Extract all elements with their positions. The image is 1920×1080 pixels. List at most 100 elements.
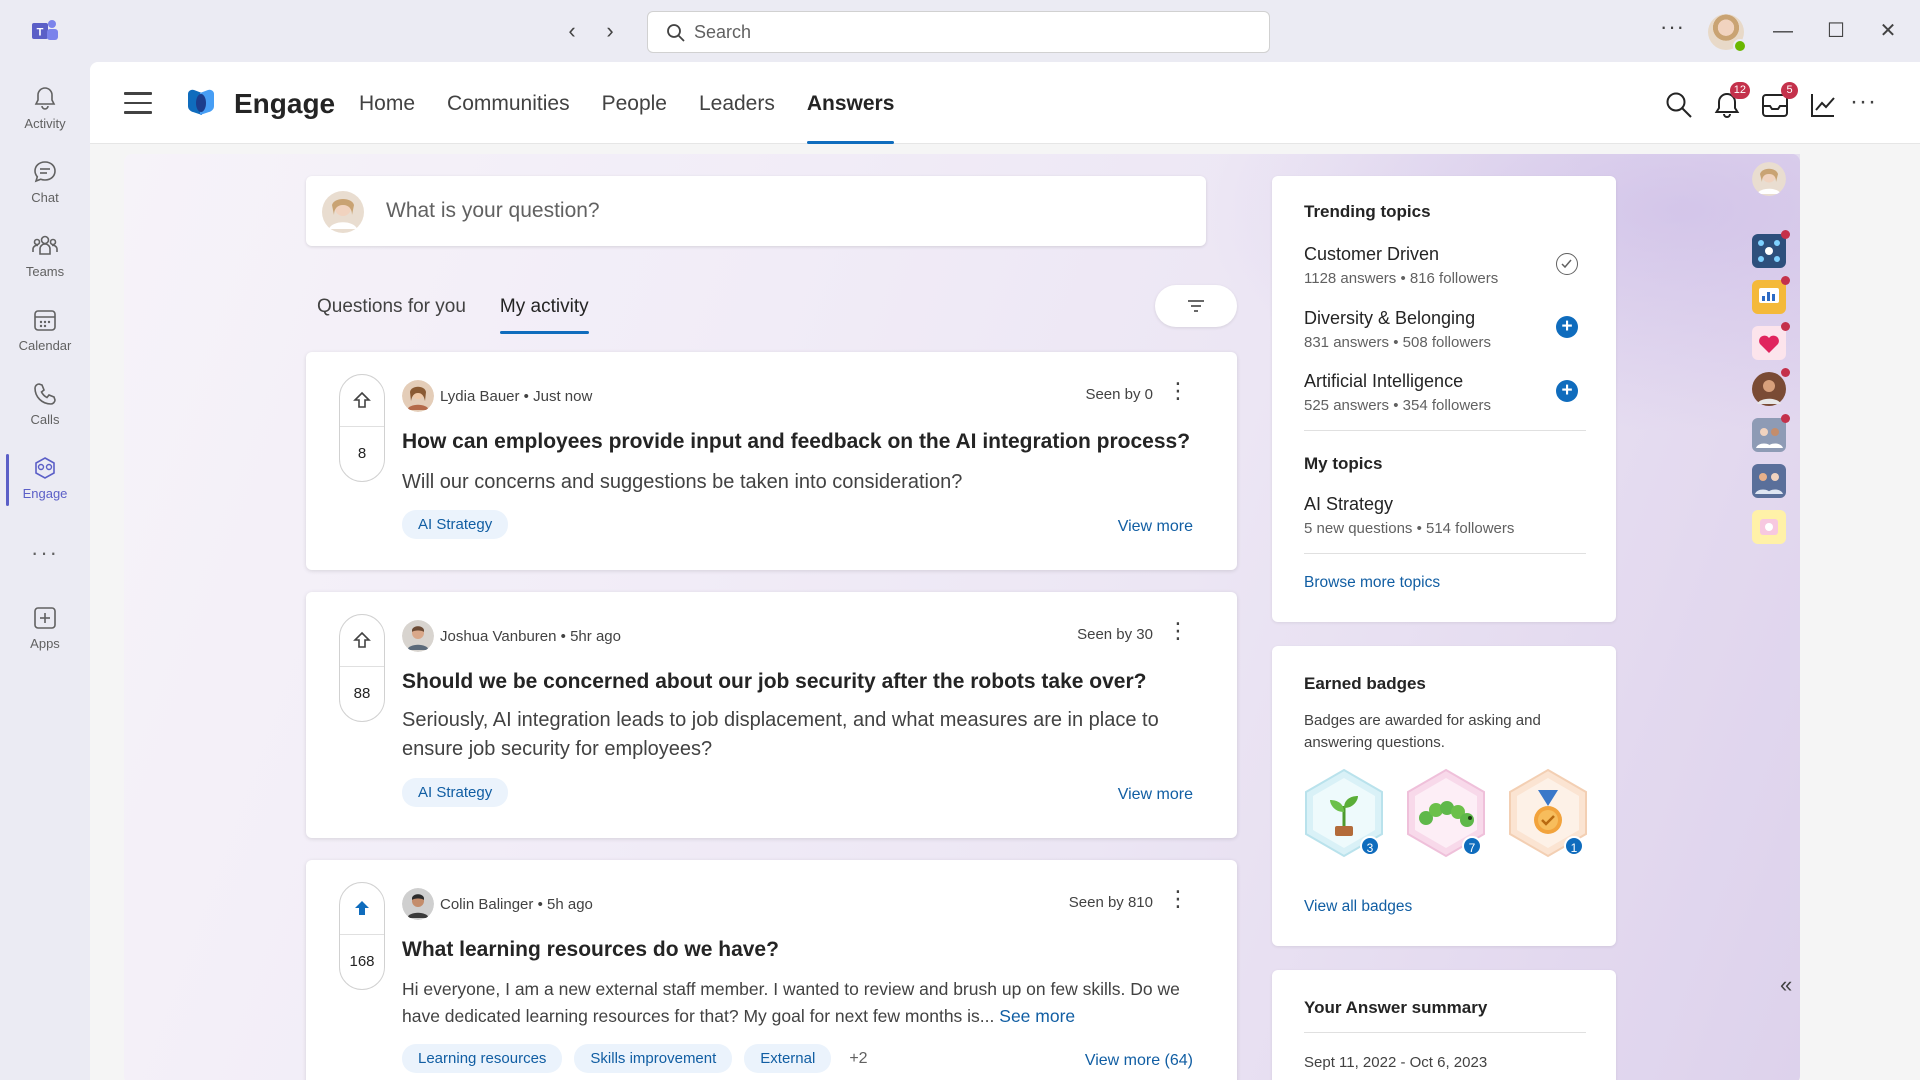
ask-question-input[interactable]: [386, 176, 1186, 246]
tab-leaders[interactable]: Leaders: [699, 92, 775, 144]
hamburger-menu-icon[interactable]: [124, 92, 152, 114]
topic-name[interactable]: Customer Driven: [1304, 244, 1439, 265]
question-card[interactable]: 8 Lydia Bauer • Just now Seen by 0 ⋮ How…: [306, 352, 1237, 570]
question-card[interactable]: 88 Joshua Vanburen • 5hr ago Seen by 30 …: [306, 592, 1237, 838]
vote-count: 88: [353, 685, 371, 702]
vote-count: 168: [349, 953, 375, 970]
app-heart-icon[interactable]: [1752, 322, 1790, 360]
notifications-button[interactable]: 12: [1712, 82, 1750, 120]
app-people-icon[interactable]: [1752, 414, 1790, 452]
more-vertical-icon[interactable]: ⋮: [1167, 888, 1189, 910]
forward-arrow-icon[interactable]: ›: [598, 18, 622, 44]
rail-item-apps[interactable]: Apps: [0, 596, 90, 660]
rail-item-chat[interactable]: Chat: [0, 150, 90, 214]
profile-avatar[interactable]: [1752, 162, 1786, 196]
view-more-link[interactable]: View more: [1118, 518, 1193, 536]
author-name[interactable]: Joshua Vanburen: [440, 628, 556, 645]
contact-avatar[interactable]: [1752, 368, 1790, 406]
author-avatar: [402, 620, 434, 652]
close-button[interactable]: ✕: [1873, 16, 1903, 46]
rail-item-calls[interactable]: Calls: [0, 372, 90, 436]
tab-communities[interactable]: Communities: [447, 92, 570, 144]
user-avatar: [322, 191, 364, 233]
rail-item-label: Teams: [25, 264, 65, 279]
author-name[interactable]: Colin Balinger: [440, 896, 533, 913]
header-more-icon[interactable]: ···: [1850, 88, 1877, 116]
teams-logo-icon[interactable]: T: [30, 18, 60, 44]
trending-topics-title: Trending topics: [1304, 202, 1431, 221]
see-more-link[interactable]: See more: [999, 1006, 1075, 1026]
titlebar-more-icon[interactable]: ···: [1660, 14, 1685, 40]
search-icon[interactable]: [1664, 90, 1694, 120]
divider: [1304, 430, 1586, 431]
app-praise-icon[interactable]: [1752, 510, 1786, 544]
following-check-icon[interactable]: [1556, 253, 1578, 275]
caterpillar-badge-icon[interactable]: 7: [1404, 768, 1488, 858]
topic-tag[interactable]: Skills improvement: [574, 1044, 733, 1073]
topic-name[interactable]: Artificial Intelligence: [1304, 371, 1463, 392]
follow-plus-icon[interactable]: +: [1556, 316, 1578, 338]
view-all-badges-link[interactable]: View all badges: [1304, 898, 1412, 916]
tab-home[interactable]: Home: [359, 92, 415, 144]
arrow-up-icon: [353, 631, 371, 648]
medal-badge-icon[interactable]: 1: [1506, 768, 1590, 858]
meta-separator: •: [537, 895, 543, 913]
global-search[interactable]: [647, 11, 1270, 53]
user-avatar[interactable]: [1708, 14, 1747, 53]
question-card[interactable]: 168 Colin Balinger • 5h ago Seen by 810 …: [306, 860, 1237, 1080]
bell-icon: [34, 87, 56, 110]
ask-question-box[interactable]: [306, 176, 1206, 246]
question-title[interactable]: Should we be concerned about our job sec…: [402, 670, 1212, 694]
upvote-button[interactable]: [340, 375, 384, 427]
apps-icon: [34, 607, 56, 629]
upvote-button[interactable]: [340, 883, 384, 935]
tab-answers[interactable]: Answers: [806, 92, 894, 144]
vote-widget: 8: [339, 374, 385, 482]
topic-name[interactable]: Diversity & Belonging: [1304, 308, 1475, 329]
question-title[interactable]: What learning resources do we have?: [402, 938, 1212, 962]
analytics-icon[interactable]: [1808, 90, 1838, 120]
more-vertical-icon[interactable]: ⋮: [1167, 620, 1189, 642]
rail-item-activity[interactable]: Activity: [0, 76, 90, 140]
topic-meta: 5 new questions • 514 followers: [1304, 520, 1515, 537]
topic-tag[interactable]: External: [744, 1044, 832, 1073]
topic-tag[interactable]: Learning resources: [402, 1044, 563, 1073]
topic-meta: 525 answers • 354 followers: [1304, 397, 1492, 414]
more-tags-count[interactable]: +2: [849, 1050, 867, 1068]
view-more-link[interactable]: View more (64): [1085, 1052, 1193, 1070]
follow-plus-icon[interactable]: +: [1556, 380, 1578, 402]
maximize-button[interactable]: ☐: [1821, 16, 1851, 46]
global-search-input[interactable]: [694, 12, 1254, 52]
topic-meta: 831 answers • 508 followers: [1304, 334, 1492, 351]
upvote-button[interactable]: [340, 615, 384, 667]
top-nav: Home Communities People Leaders Answers: [359, 92, 894, 144]
app-group-icon[interactable]: [1752, 464, 1786, 498]
rail-item-engage[interactable]: Engage: [0, 446, 90, 510]
trending-topics-card: Trending topics Customer Driven 1128 ans…: [1272, 176, 1616, 622]
engage-icon: [35, 457, 55, 479]
meta-separator: •: [560, 627, 566, 645]
topic-name[interactable]: AI Strategy: [1304, 494, 1393, 515]
topic-tag[interactable]: AI Strategy: [402, 778, 509, 807]
topic-tag[interactable]: AI Strategy: [402, 510, 509, 539]
filter-button[interactable]: [1155, 285, 1237, 327]
tab-people[interactable]: People: [602, 92, 667, 144]
more-vertical-icon[interactable]: ⋮: [1167, 380, 1189, 402]
tab-questions-for-you[interactable]: Questions for you: [317, 296, 466, 334]
sprout-badge-icon[interactable]: 3: [1302, 768, 1386, 858]
rail-more-icon[interactable]: ···: [0, 540, 90, 566]
app-board-icon[interactable]: [1752, 276, 1790, 314]
rail-item-teams[interactable]: Teams: [0, 224, 90, 288]
back-arrow-icon[interactable]: ‹: [560, 18, 584, 44]
badge-count: 7: [1462, 836, 1482, 856]
minimize-button[interactable]: —: [1768, 16, 1798, 46]
view-more-link[interactable]: View more: [1118, 786, 1193, 804]
rail-item-calendar[interactable]: Calendar: [0, 298, 90, 362]
tab-my-activity[interactable]: My activity: [499, 296, 589, 334]
question-author: Lydia Bauer • Just now: [402, 380, 592, 412]
app-network-icon[interactable]: [1752, 230, 1790, 268]
collapse-panel-icon[interactable]: «: [1780, 972, 1792, 998]
browse-topics-link[interactable]: Browse more topics: [1304, 574, 1440, 592]
author-name[interactable]: Lydia Bauer: [440, 388, 520, 405]
question-title[interactable]: How can employees provide input and feed…: [402, 430, 1212, 454]
